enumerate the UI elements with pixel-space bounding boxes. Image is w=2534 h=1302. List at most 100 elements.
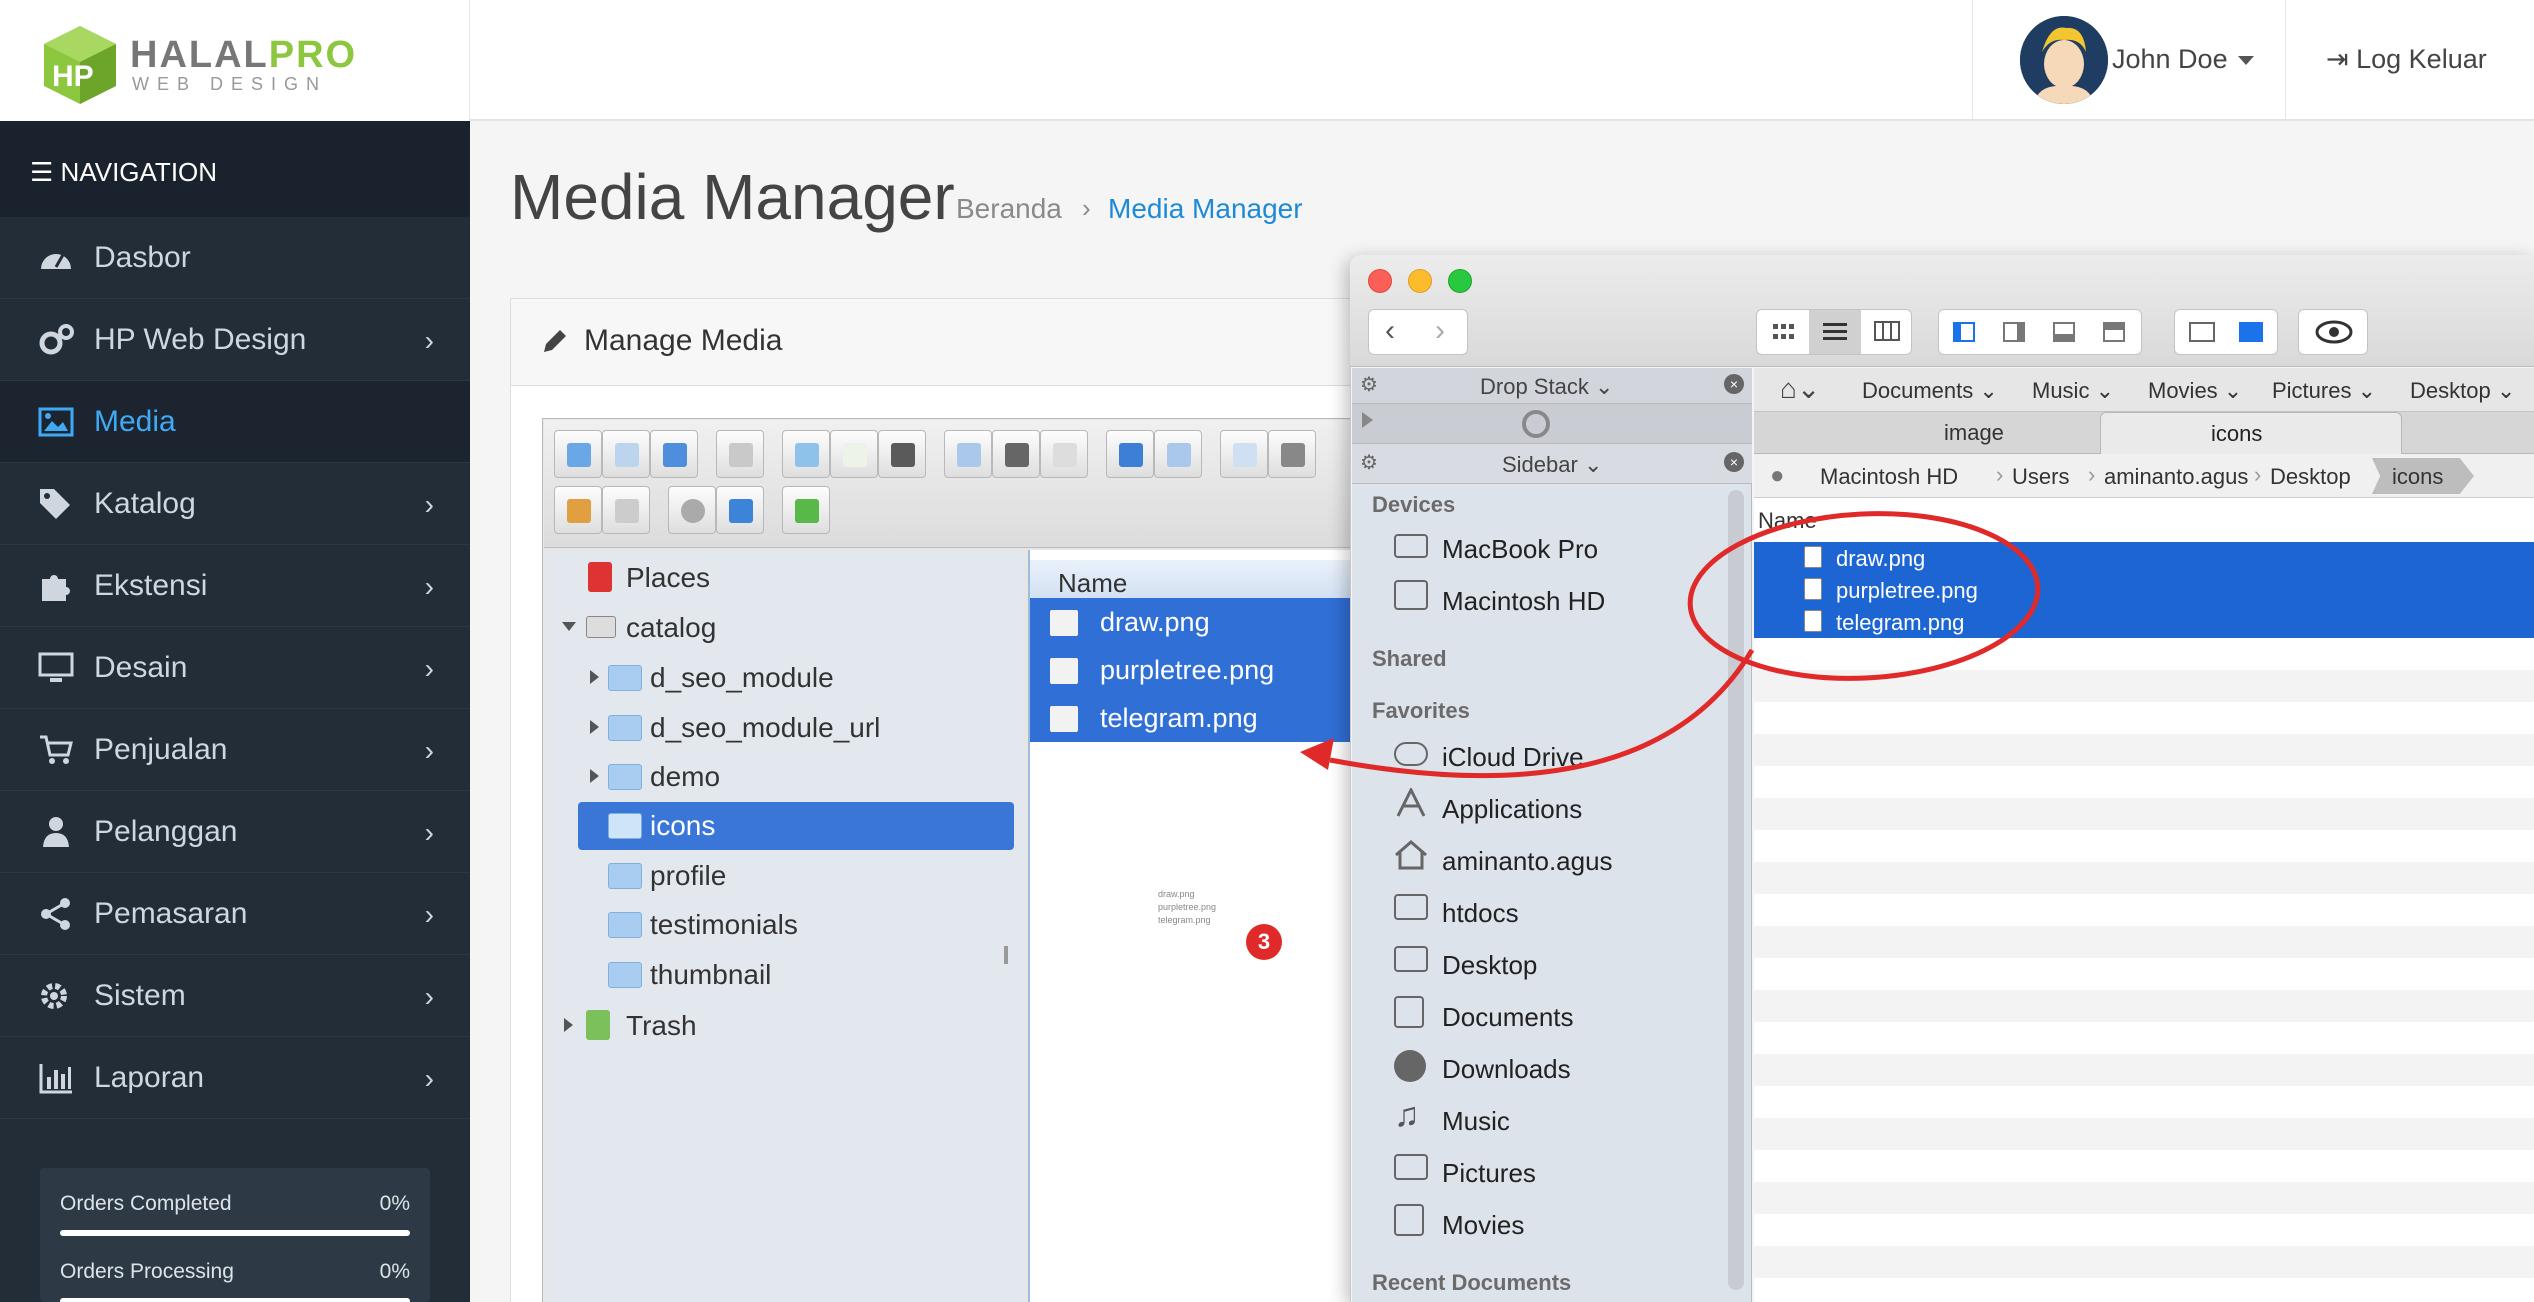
close-icon[interactable]: × [1724,452,1744,472]
home-icon[interactable]: ⌂⌄ [1780,372,1820,405]
sidebar-item-pelanggan[interactable]: Pelanggan › [0,791,470,873]
tree-folder-d-seo-module-url[interactable]: d_seo_module_url [650,706,880,750]
upload-button[interactable] [878,430,926,478]
drop-stack-bar[interactable]: ⚙ Drop Stack ⌄ × [1352,368,1752,404]
finder-file-row[interactable]: telegram.png [1754,606,2534,638]
back-button[interactable] [554,430,602,478]
sidebar-item-hp-web-design[interactable]: HP Web Design › [0,299,470,381]
tab-icons[interactable]: icons [2100,412,2402,454]
dual-pane-icon[interactable] [2239,322,2263,342]
mkfile-button[interactable] [830,430,878,478]
download-button[interactable] [992,430,1040,478]
sidebar-item-htdocs[interactable]: htdocs [1442,898,1519,929]
sidebar-item-icloud-drive[interactable]: iCloud Drive [1442,742,1584,773]
path-users[interactable]: Users [2012,464,2069,490]
sidebar-item-movies[interactable]: Movies [1442,1210,1524,1241]
sidebar-scrollbar[interactable] [1728,490,1744,1290]
resize-handle[interactable] [1004,946,1008,964]
forward-button[interactable] [602,430,650,478]
tree-folder-d-seo-module[interactable]: d_seo_module [650,656,834,700]
sidebar-bar[interactable]: ⚙ Sidebar ⌄ × [1352,444,1752,484]
logout-button[interactable]: ⇥ Log Keluar [2326,44,2487,75]
path-desktop[interactable]: Desktop [2270,464,2351,490]
open-button[interactable] [944,430,992,478]
location-music[interactable]: Music ⌄ [2032,378,2114,404]
column-header-name[interactable]: Name [1754,500,2534,540]
expand-triangle-icon[interactable] [590,670,599,684]
path-icons[interactable]: icons [2392,464,2443,490]
file-row[interactable]: telegram.png [1030,694,1350,742]
mkdir-button[interactable] [782,430,830,478]
sidebar-item-penjualan[interactable]: Penjualan › [0,709,470,791]
tree-folder-demo[interactable]: demo [650,755,720,799]
sidebar-item-aminanto-agus[interactable]: aminanto.agus [1442,846,1613,877]
tree-folder-testimonials[interactable]: testimonials [650,903,798,947]
breadcrumb-home[interactable]: Beranda [956,193,1062,225]
chevron-right-icon[interactable]: › [1435,314,1445,348]
view-list-button[interactable] [602,486,650,534]
tree-folder-profile[interactable]: profile [650,854,726,898]
sidebar-item-katalog[interactable]: Katalog › [0,463,470,545]
close-window-button[interactable] [1368,269,1392,293]
tree-folder-icons[interactable]: icons [650,804,715,848]
file-row[interactable]: purpletree.png [1030,646,1350,694]
icon-view-icon[interactable] [1757,310,1809,354]
bottom-panel-icon[interactable] [2053,322,2075,342]
column-view-icon[interactable] [1861,310,1913,354]
sidebar-item-media[interactable]: Media [0,381,470,463]
left-panel-icon[interactable] [1953,322,1975,342]
tab-image[interactable]: image [1944,420,2004,446]
sidebar-item-applications[interactable]: Applications [1442,794,1582,825]
fullscreen-button[interactable] [782,486,830,534]
right-panel-icon[interactable] [2003,322,2025,342]
sidebar-item-music[interactable]: Music [1442,1106,1510,1137]
expand-triangle-icon[interactable] [562,622,576,631]
tree-places[interactable]: Places [626,556,710,600]
path-aminanto-agus[interactable]: aminanto.agus [2104,464,2248,490]
tree-root-catalog[interactable]: catalog [626,606,716,650]
user-name[interactable]: John Doe [2112,44,2228,75]
reload-button[interactable] [716,430,764,478]
tree-folder-thumbnail[interactable]: thumbnail [650,953,771,997]
minimize-window-button[interactable] [1408,269,1432,293]
play-icon[interactable] [1362,412,1373,428]
copy-button[interactable] [1220,430,1268,478]
caret-down-icon[interactable] [2238,56,2254,65]
location-movies[interactable]: Movies ⌄ [2148,378,2242,404]
finder-file-row[interactable]: draw.png [1754,542,2534,574]
redo-button[interactable] [1154,430,1202,478]
cut-button[interactable] [1268,430,1316,478]
getfile-button[interactable] [1040,430,1088,478]
drop-stack-area[interactable] [1352,404,1752,444]
path-macintosh-hd[interactable]: Macintosh HD [1820,464,1958,490]
sidebar-item-macbook-pro[interactable]: MacBook Pro [1442,534,1598,565]
expand-triangle-icon[interactable] [564,1018,573,1032]
location-documents[interactable]: Documents ⌄ [1862,378,1998,404]
sidebar-item-desain[interactable]: Desain › [0,627,470,709]
top-panel-icon[interactable] [2103,322,2125,342]
expand-triangle-icon[interactable] [590,720,599,734]
up-button[interactable] [650,430,698,478]
view-icons-button[interactable] [554,486,602,534]
zoom-window-button[interactable] [1448,269,1472,293]
sidebar-item-documents[interactable]: Documents [1442,1002,1574,1033]
gear-icon[interactable]: ⚙ [1360,450,1378,475]
sidebar-item-laporan[interactable]: Laporan › [0,1037,470,1119]
breadcrumb-current[interactable]: Media Manager [1108,193,1303,225]
avatar[interactable] [2020,16,2108,104]
quick-look-button[interactable] [2298,309,2368,355]
gear-icon[interactable]: ⚙ [1360,372,1378,397]
help-button[interactable] [716,486,764,534]
sidebar-item-desktop[interactable]: Desktop [1442,950,1537,981]
list-view-icon[interactable] [1809,310,1861,354]
finder-file-row[interactable]: purpletree.png [1754,574,2534,606]
tree-trash[interactable]: Trash [626,1004,697,1048]
undo-button[interactable] [1106,430,1154,478]
sidebar-item-dasbor[interactable]: Dasbor [0,217,470,299]
sidebar-item-downloads[interactable]: Downloads [1442,1054,1571,1085]
expand-triangle-icon[interactable] [590,769,599,783]
location-desktop[interactable]: Desktop ⌄ [2410,378,2515,404]
close-icon[interactable]: × [1724,374,1744,394]
chevron-left-icon[interactable]: ‹ [1385,314,1395,348]
location-pictures[interactable]: Pictures ⌄ [2272,378,2376,404]
